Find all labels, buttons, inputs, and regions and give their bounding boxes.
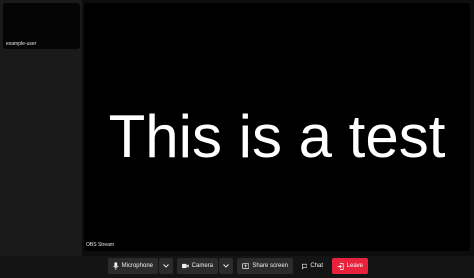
chat-label: Chat (310, 263, 323, 269)
shared-screen-content: This is a test (108, 103, 446, 170)
microphone-icon (113, 262, 119, 270)
camera-label: Camera (191, 263, 213, 269)
leave-icon (337, 262, 344, 270)
chevron-down-icon (223, 264, 229, 268)
share-screen-label: Share screen (252, 263, 288, 269)
share-screen-icon (242, 262, 250, 269)
participant-tile[interactable]: example-user (3, 3, 80, 49)
camera-button[interactable]: Camera (177, 258, 218, 274)
leave-button[interactable]: Leave (332, 258, 368, 274)
microphone-label: Microphone (121, 263, 153, 269)
share-screen-button[interactable]: Share screen (237, 258, 293, 274)
camera-icon (182, 263, 189, 269)
leave-label: Leave (346, 263, 363, 269)
control-bar: Microphone Camera Share screen Chat Leav… (0, 256, 474, 278)
participant-name: example-user (6, 41, 37, 47)
chat-button[interactable]: Chat (297, 258, 328, 274)
stream-label: OBS Stream (86, 242, 115, 248)
microphone-button[interactable]: Microphone (108, 258, 158, 274)
screen-share-stage: This is a test OBS Stream (84, 3, 470, 251)
participants-sidebar: example-user (0, 0, 82, 256)
chat-icon (302, 263, 308, 269)
chevron-down-icon (163, 264, 169, 268)
microphone-options-button[interactable] (159, 258, 173, 274)
camera-options-button[interactable] (219, 258, 233, 274)
